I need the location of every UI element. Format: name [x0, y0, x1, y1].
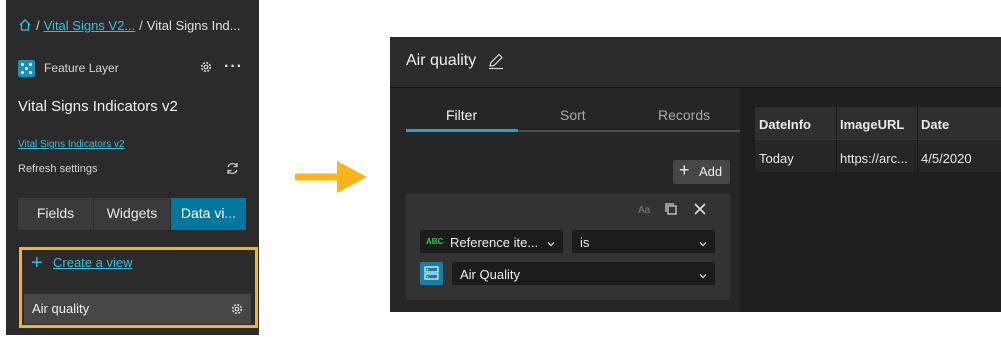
value-select-value: Air Quality — [460, 267, 520, 282]
breadcrumb-layer-link[interactable]: Vital Signs V2... — [44, 18, 136, 33]
view-header — [390, 37, 1001, 88]
table-cell: 4/5/2020 — [917, 139, 1001, 172]
data-settings-panel: / Vital Signs V2... / Vital Signs Ind... Fe… — [6, 0, 259, 335]
operator-select-value: is — [580, 235, 590, 250]
data-tabs: Fields Widgets Data vi... — [18, 198, 246, 230]
case-sensitive-icon[interactable]: Aa — [638, 205, 650, 216]
layer-settings-gear-icon[interactable] — [199, 60, 213, 79]
add-label: Add — [699, 164, 723, 179]
feature-layer-icon — [18, 60, 35, 77]
chevron-down-icon — [698, 236, 708, 254]
layer-type-label: Feature Layer — [44, 61, 119, 75]
tab-fields[interactable]: Fields — [18, 198, 94, 230]
column-header[interactable]: Date — [917, 107, 1001, 139]
tab-records[interactable]: Records — [658, 107, 710, 123]
value-select[interactable]: Air Quality — [452, 262, 715, 285]
view-list-item[interactable]: Air quality — [24, 294, 251, 324]
value-source-icon[interactable] — [420, 262, 443, 285]
plus-icon: + — [679, 160, 690, 180]
column-divider — [836, 107, 837, 172]
column-header[interactable]: ImageURL — [836, 107, 917, 139]
operator-select[interactable]: is — [572, 230, 715, 253]
string-type-icon: ABC — [426, 237, 444, 246]
tab-filter[interactable]: Filter — [446, 107, 477, 123]
column-header[interactable]: DateInfo — [755, 107, 836, 139]
field-select[interactable]: ABC Reference ite... — [420, 230, 563, 253]
view-settings-gear-icon[interactable] — [230, 302, 244, 321]
column-divider — [917, 107, 918, 172]
field-select-value: Reference ite... — [450, 235, 539, 250]
add-clause-button[interactable]: + Add — [673, 160, 730, 184]
home-icon[interactable] — [18, 18, 32, 35]
close-icon[interactable] — [693, 202, 707, 221]
breadcrumb: / Vital Signs V2... / Vital Signs Ind... — [18, 18, 241, 35]
layer-title: Vital Signs Indicators v2 — [18, 98, 178, 115]
create-view-link[interactable]: Create a view — [53, 255, 132, 270]
duplicate-icon[interactable] — [664, 202, 678, 221]
data-view-editor: Air quality Filter Sort Records + Add Aa… — [390, 37, 1001, 312]
active-tab-indicator — [406, 129, 518, 132]
filter-clause: Aa ABC Reference ite... is Air Quality — [406, 194, 730, 300]
table-cell: https://arc... — [836, 139, 917, 172]
arrow-right-icon — [293, 155, 371, 202]
tab-widgets[interactable]: Widgets — [94, 198, 171, 230]
chevron-down-icon — [698, 268, 708, 286]
tab-sort[interactable]: Sort — [560, 107, 586, 123]
refresh-icon[interactable] — [225, 161, 240, 181]
table-cell: Today — [755, 139, 836, 172]
view-title: Air quality — [406, 52, 477, 69]
edit-pencil-icon[interactable] — [487, 52, 505, 75]
plus-icon[interactable]: + — [31, 252, 43, 275]
breadcrumb-current: Vital Signs Ind... — [146, 18, 241, 33]
layer-source-link[interactable]: Vital Signs Indicators v2 — [18, 139, 125, 150]
view-name: Air quality — [32, 301, 90, 316]
more-options-icon[interactable]: ··· — [224, 58, 243, 76]
refresh-settings-label: Refresh settings — [18, 163, 98, 175]
chevron-down-icon — [546, 236, 556, 254]
tab-data-views[interactable]: Data vi... — [171, 198, 246, 230]
